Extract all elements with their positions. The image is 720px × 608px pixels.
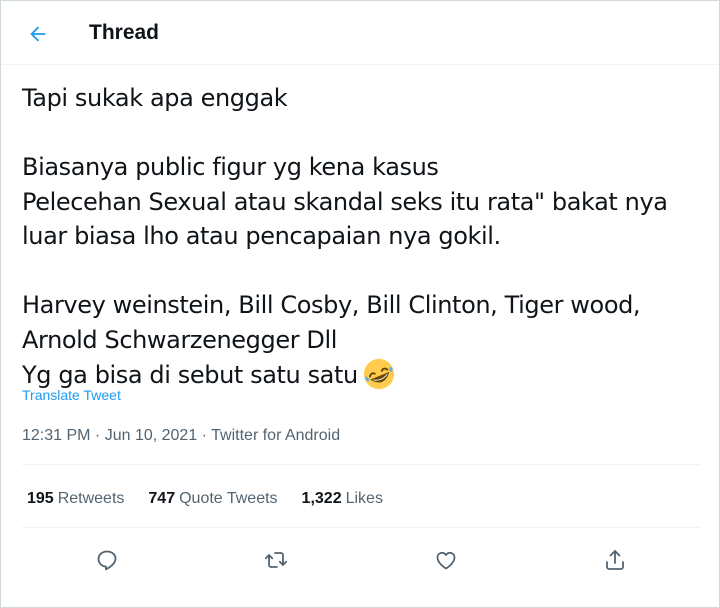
quote-tweets-stat[interactable]: 747 Quote Tweets bbox=[148, 490, 277, 508]
likes-stat[interactable]: 1,322 Likes bbox=[302, 490, 383, 508]
divider bbox=[22, 464, 700, 465]
retweets-count: 195 bbox=[27, 490, 54, 507]
like-icon bbox=[436, 551, 456, 570]
tweet-detail-frame: Thread Tapi sukak apa enggak Biasanya pu… bbox=[0, 0, 720, 608]
likes-count: 1,322 bbox=[301, 490, 342, 507]
like-button[interactable] bbox=[426, 540, 466, 580]
retweet-button[interactable] bbox=[256, 540, 296, 580]
reply-icon bbox=[97, 550, 117, 571]
arrow-left-icon bbox=[30, 26, 46, 42]
share-icon bbox=[606, 550, 625, 570]
rolling-on-the-floor-laughing-emoji-icon bbox=[362, 357, 396, 391]
thread-header: Thread bbox=[1, 1, 719, 65]
tweet-actions-bar bbox=[22, 537, 700, 583]
page-title: Thread bbox=[89, 21, 160, 44]
engagement-stats: 195 Retweets 747 Quote Tweets 1,322 Likes bbox=[27, 490, 383, 508]
tweet-metadata[interactable]: 12:31 PM · Jun 10, 2021 · Twitter for An… bbox=[22, 427, 340, 445]
quote-tweets-label: Quote Tweets bbox=[179, 490, 278, 507]
divider bbox=[22, 527, 700, 528]
translate-tweet-link[interactable]: Translate Tweet bbox=[22, 387, 121, 403]
back-button[interactable] bbox=[21, 17, 55, 51]
share-button[interactable] bbox=[595, 540, 635, 580]
retweet-icon bbox=[265, 552, 288, 568]
reply-button[interactable] bbox=[87, 540, 127, 580]
quote-tweets-count: 747 bbox=[148, 490, 176, 507]
likes-label: Likes bbox=[345, 490, 383, 507]
retweets-label: Retweets bbox=[57, 490, 125, 507]
retweets-stat[interactable]: 195 Retweets bbox=[27, 490, 124, 508]
tweet-text: Tapi sukak apa enggak Biasanya public fi… bbox=[22, 84, 668, 389]
tweet-text-container: Tapi sukak apa enggak Biasanya public fi… bbox=[22, 81, 702, 393]
